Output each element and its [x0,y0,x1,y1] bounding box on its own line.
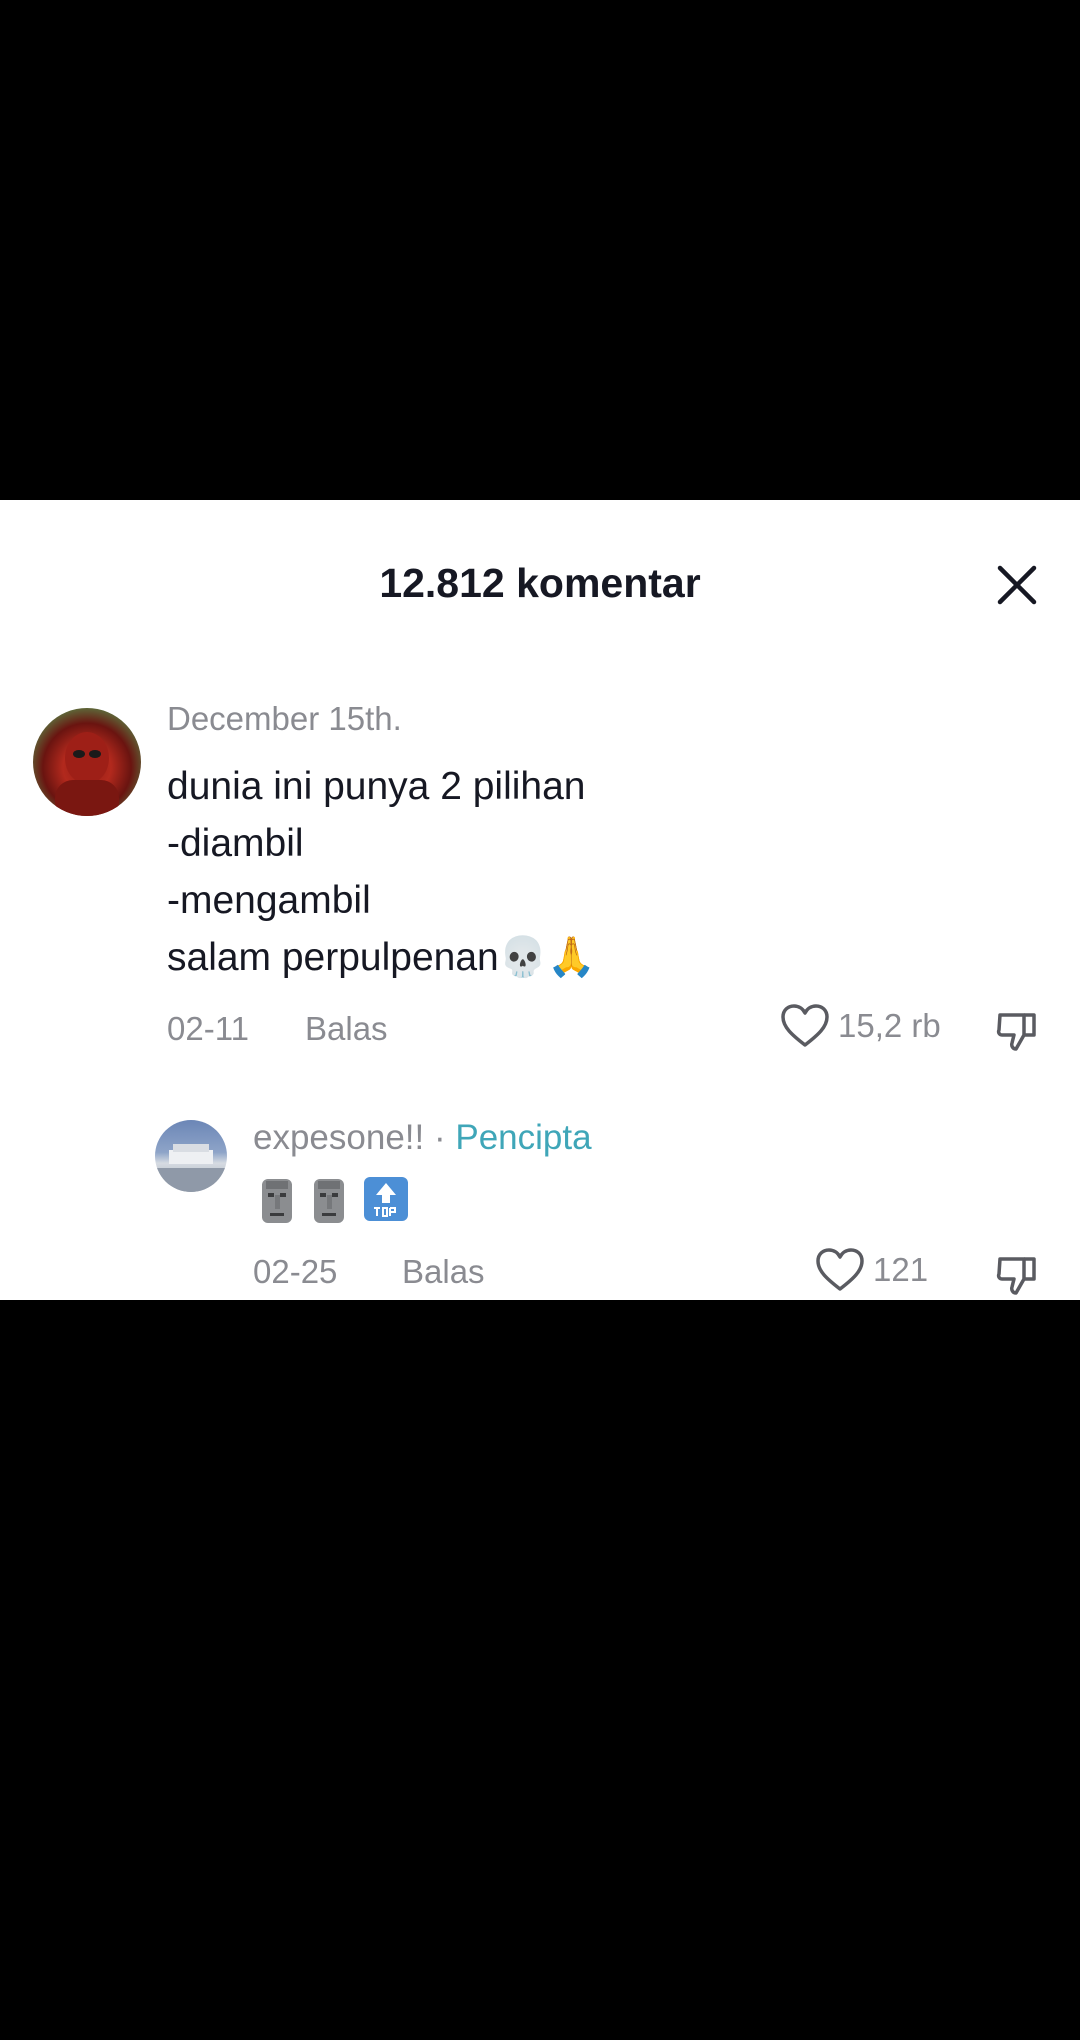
heart-icon [781,1004,829,1047]
reply-button[interactable]: Balas [305,1010,388,1048]
comment-author[interactable]: December 15th. [167,700,402,738]
comment-date: 02-11 [167,1010,249,1047]
reply-like-button[interactable]: 121 [815,1247,928,1293]
comments-sheet: 12.812 komentar December 15th. dunia ini… [0,500,1080,1300]
reply-reply-button[interactable]: Balas [402,1253,485,1291]
top-black-bar [0,0,1080,500]
bottom-black-bar [0,1300,1080,2040]
comment-line: dunia ini punya 2 pilihan [167,765,586,808]
reply-author[interactable]: expesone!! [253,1118,424,1157]
heart-icon [816,1248,864,1291]
avatar[interactable] [33,708,141,816]
close-icon[interactable] [992,560,1042,610]
like-count: 15,2 rb [838,1007,941,1044]
dislike-icon[interactable] [994,1249,1042,1297]
dislike-icon[interactable] [994,1005,1042,1053]
reply-text [258,1175,410,1225]
comment-line: -diambil [167,822,304,865]
comment-line: salam perpulpenan💀🙏 [167,936,596,979]
avatar-image [155,1144,227,1192]
reply-like-count: 121 [873,1251,929,1288]
reply-avatar[interactable] [155,1120,227,1192]
reply-author-row: expesone!! · Pencipta [253,1118,592,1158]
comment-line: -mengambil [167,879,371,922]
moai-emoji-icon [314,1179,344,1223]
top-arrow-emoji-icon [364,1177,408,1221]
comment-text: dunia ini punya 2 pilihan -diambil -meng… [167,758,596,986]
moai-emoji-icon [262,1179,292,1223]
creator-badge: Pencipta [455,1118,592,1157]
like-button[interactable]: 15,2 rb [780,1003,941,1049]
separator-dot: · [424,1118,456,1157]
comments-count-title: 12.812 komentar [379,560,701,606]
reply-date: 02-25 [253,1253,338,1290]
avatar-image [55,732,119,816]
